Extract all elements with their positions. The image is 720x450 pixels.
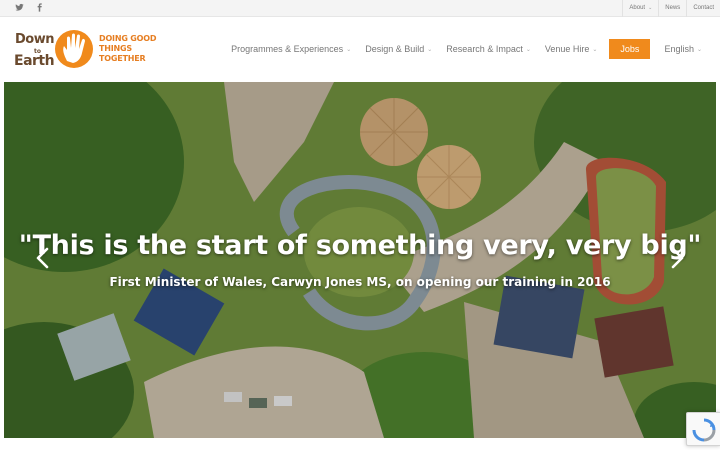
hero-slider: "This is the start of something very, ve… [4, 82, 716, 438]
jobs-button[interactable]: Jobs [609, 39, 651, 59]
chevron-down-icon: ⌄ [592, 46, 598, 53]
contact-link[interactable]: Contact [686, 0, 720, 17]
facebook-icon[interactable] [34, 3, 44, 15]
about-link[interactable]: About ⌄ [622, 0, 658, 17]
chevron-down-icon: ⌄ [525, 46, 531, 53]
chevron-left-icon[interactable] [32, 245, 54, 271]
nav-item-design-build[interactable]: Design & Build ⌄ [365, 44, 432, 54]
logo-tagline: DOING GOOD THINGS TOGETHER [99, 34, 157, 63]
main-nav: Programmes & Experiences ⌄ Design & Build… [217, 39, 702, 59]
social-links [14, 3, 44, 15]
recaptcha-badge[interactable] [686, 412, 720, 446]
twitter-icon[interactable] [14, 3, 24, 15]
chevron-down-icon: ⌄ [346, 46, 352, 53]
news-link[interactable]: News [658, 0, 686, 17]
utility-links: About ⌄ News Contact [622, 0, 720, 17]
chevron-down-icon: ⌄ [427, 46, 433, 53]
nav-item-research[interactable]: Research & Impact ⌄ [446, 44, 531, 54]
logo-word-earth: Earth [14, 53, 55, 69]
chevron-right-icon[interactable] [666, 245, 688, 271]
top-utility-bar: About ⌄ News Contact [0, 0, 720, 17]
hero-caption: First Minister of Wales, Carwyn Jones MS… [109, 275, 611, 289]
hero-quote: "This is the start of something very, ve… [18, 230, 702, 261]
site-header: Down to Earth DOING GOOD THINGS TOGETHER… [0, 18, 720, 82]
logo-word-down: Down [15, 32, 55, 47]
recaptcha-icon [692, 418, 716, 442]
chevron-down-icon: ⌄ [648, 5, 653, 11]
nav-item-venue-hire[interactable]: Venue Hire ⌄ [545, 44, 598, 54]
nav-item-programmes[interactable]: Programmes & Experiences ⌄ [231, 44, 351, 54]
chevron-down-icon: ⌄ [696, 46, 702, 53]
site-logo[interactable]: Down to Earth DOING GOOD THINGS TOGETHER [12, 28, 156, 72]
hand-icon [55, 30, 93, 68]
language-selector[interactable]: English ⌄ [664, 44, 702, 54]
